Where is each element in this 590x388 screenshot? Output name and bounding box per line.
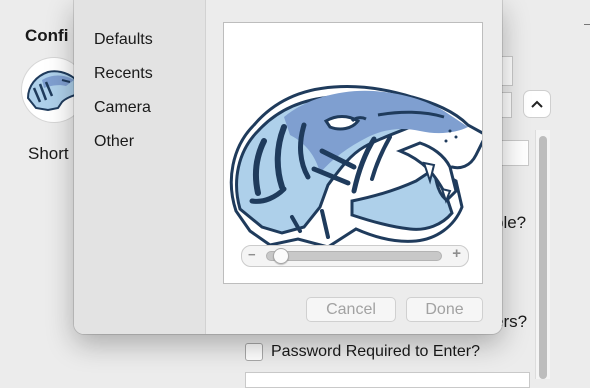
image-preview[interactable]: − +	[223, 22, 483, 284]
short-name-label: Short	[28, 144, 69, 163]
zoom-in-icon[interactable]: +	[452, 245, 461, 262]
scrollbar-thumb[interactable]	[539, 136, 547, 379]
sidebar-item-defaults[interactable]: Defaults	[94, 31, 153, 49]
zoom-slider-thumb[interactable]	[273, 248, 290, 264]
picker-main: − + Cancel Done	[206, 0, 502, 334]
divider	[584, 24, 590, 25]
tiger-logo-image	[229, 85, 482, 247]
picture-picker-popover: Defaults Recents Camera Other − + Cancel…	[74, 0, 502, 334]
chevron-up-icon	[531, 100, 543, 108]
text-field[interactable]	[245, 372, 530, 388]
cancel-button[interactable]: Cancel	[306, 297, 396, 322]
stepper-button[interactable]	[524, 91, 550, 117]
text-field[interactable]	[500, 140, 529, 166]
password-required-label: Password Required to Enter?	[271, 343, 480, 360]
zoom-out-icon[interactable]: −	[248, 247, 256, 262]
password-required-checkbox[interactable]	[245, 343, 263, 361]
done-button[interactable]: Done	[406, 297, 483, 322]
sidebar-item-other[interactable]: Other	[94, 133, 134, 151]
picker-sidebar: Defaults Recents Camera Other	[74, 0, 206, 334]
password-required-option[interactable]: Password Required to Enter?	[245, 343, 480, 361]
scrollbar[interactable]	[535, 130, 550, 379]
zoom-track[interactable]	[266, 251, 442, 261]
sidebar-item-recents[interactable]: Recents	[94, 65, 153, 83]
sidebar-item-camera[interactable]: Camera	[94, 99, 151, 117]
zoom-slider[interactable]: − +	[241, 245, 469, 267]
section-title: Confi	[25, 26, 69, 45]
